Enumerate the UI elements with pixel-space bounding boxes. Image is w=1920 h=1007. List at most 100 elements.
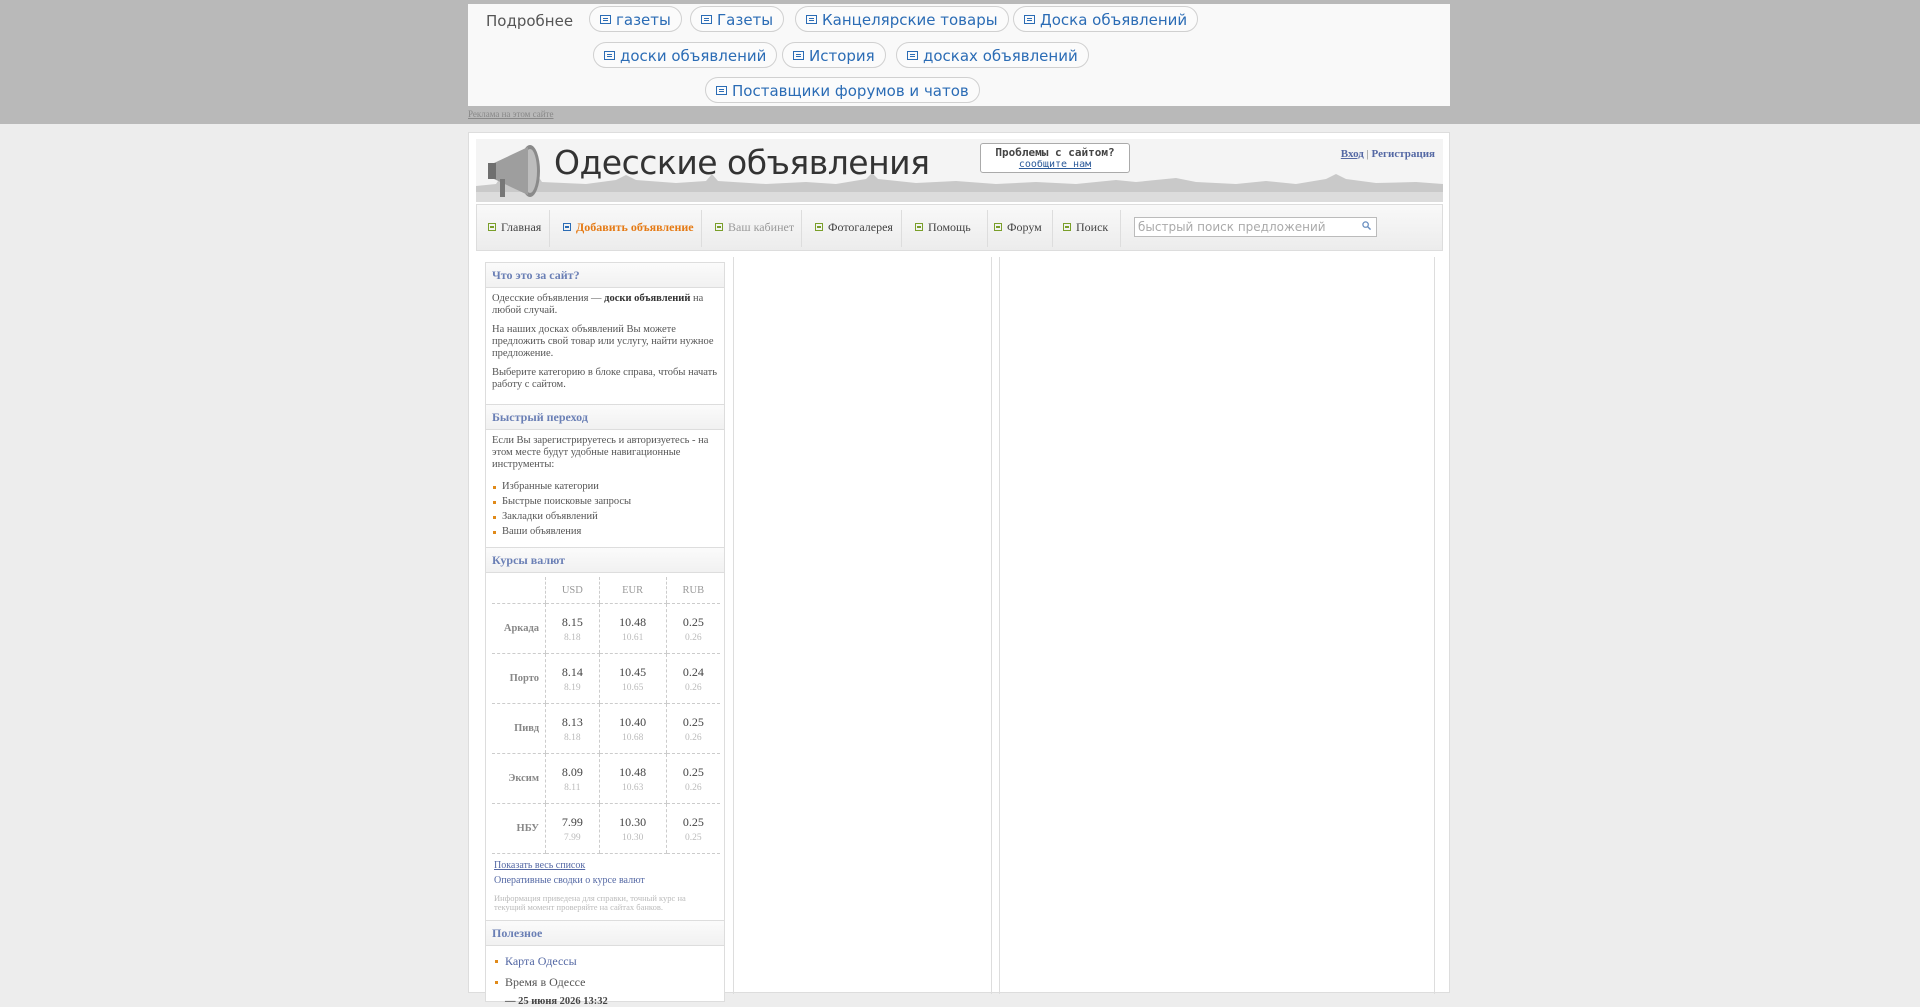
about-paragraph: На наших досках объявлений Вы можете пре… [492, 324, 714, 359]
rates-links: Показать весь список Оперативные сводки … [486, 854, 724, 894]
rates-summary-link[interactable]: Оперативные сводки о курсе валют [494, 873, 716, 888]
nav-bullet-icon [715, 223, 723, 232]
nav-forum[interactable]: Форум [994, 205, 1042, 250]
ad-chip[interactable]: доски объявлений [593, 42, 778, 68]
bank-name: Порто [492, 653, 546, 704]
nav-home[interactable]: Главная [488, 205, 541, 250]
rate-cell: 0.25 0.26 [665, 703, 720, 754]
ad-link-icon [604, 51, 615, 60]
list-item: Быстрые поисковые запросы [492, 496, 718, 508]
rate-cell: 8.13 8.18 [545, 703, 600, 754]
odessa-map-link[interactable]: Карта Одессы [486, 954, 724, 969]
show-all-rates-link[interactable]: Показать весь список [494, 858, 716, 873]
column-divider [733, 257, 734, 994]
ad-info-link[interactable]: Реклама на этом сайте [468, 109, 553, 119]
table-row: НБУ 7.99 7.99 10.30 10.30 0.25 0.25 [492, 803, 720, 854]
rate-cell: 8.14 8.19 [545, 653, 600, 704]
report-problem-title: Проблемы с сайтом? [995, 146, 1115, 159]
nav-divider [1052, 210, 1053, 247]
nav-bullet-icon [815, 223, 823, 232]
quick-nav-body: Если Вы зарегистрируетесь и авторизуетес… [486, 430, 724, 547]
nav-gallery[interactable]: Фотогалерея [815, 205, 893, 250]
list-item: Ваши объявления [492, 526, 718, 538]
useful-list: Карта Одессы Время в Одессе [486, 946, 724, 990]
table-header-cell [492, 577, 546, 604]
report-problem-link: сообщите нам [1018, 159, 1092, 170]
ad-chip[interactable]: Газеты [690, 6, 785, 32]
login-link[interactable]: Вход [1341, 148, 1364, 160]
nav-divider [987, 210, 988, 247]
table-header-cell: RUB [665, 577, 720, 604]
bank-name: НБУ [492, 803, 546, 854]
currency-rates-table: USD EUR RUB Аркада 8.15 8.18 10.48 10.61 0… [492, 577, 720, 854]
bank-name: Эксим [492, 753, 546, 804]
page-container: Одесские объявления Проблемы с сайтом? с… [468, 132, 1450, 1007]
rate-cell: 8.09 8.11 [545, 753, 600, 804]
ad-link-icon [793, 51, 804, 60]
nav-bullet-icon [915, 223, 923, 232]
column-divider [999, 257, 1000, 994]
rate-cell: 7.99 7.99 [545, 803, 600, 854]
rate-cell: 0.25 0.25 [665, 803, 720, 854]
about-paragraph: Выберите категорию в блоке справа, чтобы… [492, 367, 717, 390]
odessa-time-value: — 25 июня 2026 13:32 [505, 996, 608, 1007]
rates-disclaimer: Информация приведена для справки, точный… [494, 893, 686, 912]
rate-cell: 0.25 0.26 [665, 603, 720, 654]
rate-cell: 0.25 0.26 [665, 753, 720, 804]
rate-cell: 10.48 10.61 [598, 603, 667, 654]
column-divider [991, 257, 992, 994]
table-row: Аркада 8.15 8.18 10.48 10.61 0.25 0.26 [492, 603, 720, 654]
quick-nav-text: Если Вы зарегистрируетесь и авторизуетес… [492, 435, 709, 470]
megaphone-logo-icon [488, 145, 540, 197]
column-divider [1434, 257, 1435, 994]
about-intro: Одесские объявления — доски объявлений н… [492, 293, 704, 316]
ad-block: Подробнее газеты Газеты Канцелярские тов… [468, 4, 1450, 106]
ad-band: Подробнее газеты Газеты Канцелярские тов… [0, 0, 1920, 124]
table-row: Пивд 8.13 8.18 10.40 10.68 0.25 0.26 [492, 703, 720, 754]
nav-bullet-icon [994, 223, 1002, 232]
bank-name: Аркада [492, 603, 546, 654]
about-title: Что это за сайт? [486, 263, 724, 288]
nav-search[interactable]: Поиск [1063, 205, 1108, 250]
nav-bullet-icon [1063, 223, 1071, 232]
nav-bullet-icon [563, 223, 571, 232]
site-header: Одесские объявления Проблемы с сайтом? с… [476, 139, 1443, 202]
odessa-time-label: Время в Одессе [486, 975, 724, 990]
ad-link-icon [806, 15, 817, 24]
rates-title: Курсы валют [486, 547, 724, 573]
table-header-cell: EUR [598, 577, 667, 604]
register-link[interactable]: Регистрация [1372, 148, 1435, 160]
ad-chip[interactable]: Канцелярские товары [795, 6, 1009, 32]
search-icon[interactable] [1362, 221, 1371, 230]
ad-more-label: Подробнее [486, 12, 574, 30]
nav-divider [801, 210, 802, 247]
ad-link-icon [701, 15, 712, 24]
quick-search-input[interactable] [1135, 218, 1348, 236]
rate-cell: 0.24 0.26 [665, 653, 720, 704]
nav-divider [901, 210, 902, 247]
list-item: Закладки объявлений [492, 511, 718, 523]
ad-chip[interactable]: Доска объявлений [1013, 6, 1199, 32]
rate-cell: 10.48 10.63 [598, 753, 667, 804]
ad-link-icon [1024, 15, 1035, 24]
ad-chip[interactable]: История [782, 42, 886, 68]
left-sidebar: Что это за сайт? Одесские объявления — д… [485, 262, 725, 1007]
ad-chip[interactable]: досках объявлений [896, 42, 1089, 68]
table-row: Порто 8.14 8.19 10.45 10.65 0.24 0.26 [492, 653, 720, 704]
ad-chip[interactable]: газеты [589, 6, 682, 32]
nav-cabinet[interactable]: Ваш кабинет [715, 205, 794, 250]
auth-links: Вход | Регистрация [1341, 148, 1435, 160]
nav-bullet-icon [488, 223, 496, 232]
nav-divider [701, 210, 702, 247]
quick-nav-title: Быстрый переход [486, 404, 724, 430]
about-body: Одесские объявления — доски объявлений н… [486, 288, 724, 404]
nav-help[interactable]: Помощь [915, 205, 971, 250]
nav-divider [549, 210, 550, 247]
ad-link-icon [716, 86, 727, 95]
quick-nav-list: Избранные категории Быстрые поисковые за… [492, 481, 718, 538]
report-problem-button[interactable]: Проблемы с сайтом? сообщите нам [980, 143, 1130, 173]
rates-body: USD EUR RUB Аркада 8.15 8.18 10.48 10.61 0… [486, 577, 724, 854]
useful-title: Полезное [486, 920, 724, 946]
nav-add-listing[interactable]: Добавить объявление [563, 205, 694, 250]
ad-chip[interactable]: Поставщики форумов и чатов [705, 77, 980, 103]
